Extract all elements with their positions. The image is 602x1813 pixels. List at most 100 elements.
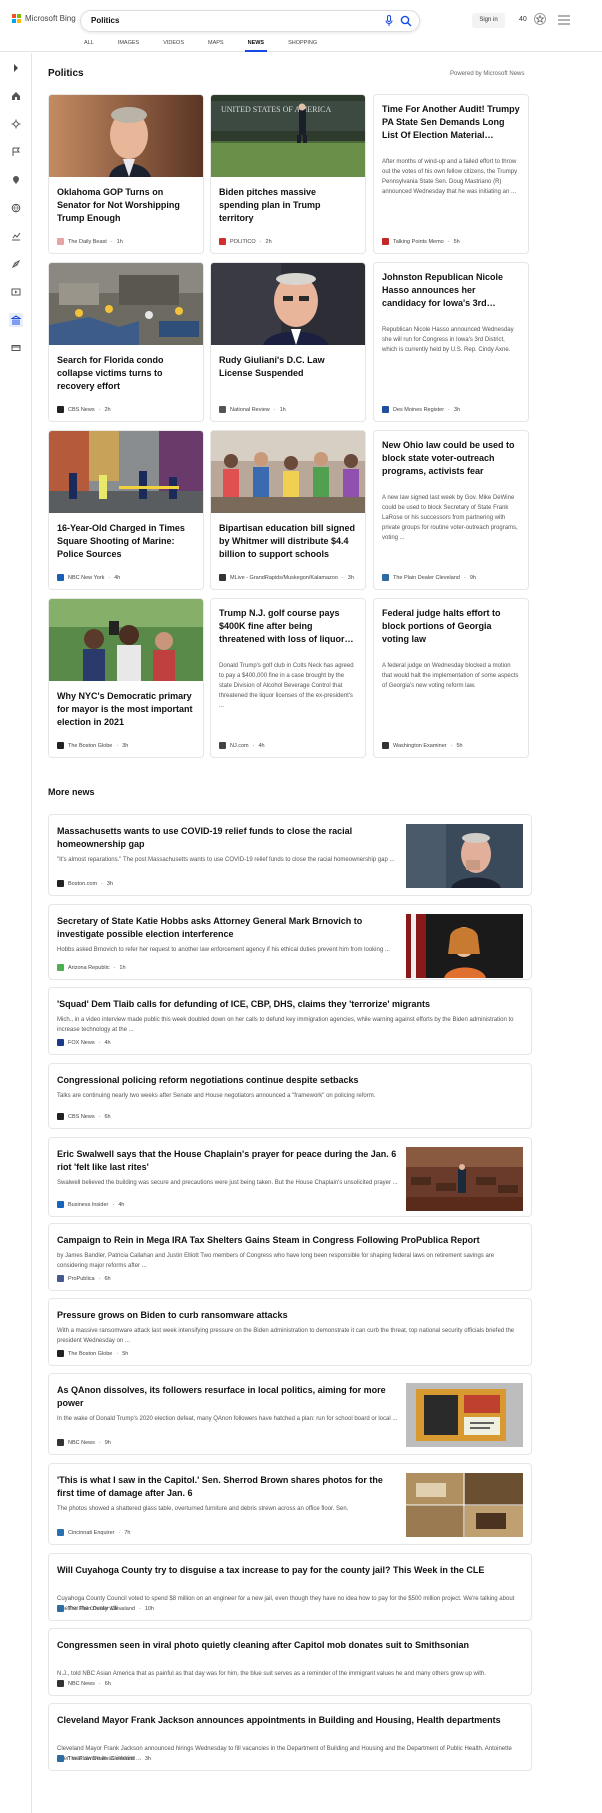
more-news-thumbnail[interactable] [406, 1473, 523, 1537]
news-card-title[interactable]: Federal judge halts effort to block port… [382, 607, 520, 646]
news-card-image[interactable] [49, 599, 203, 681]
news-card-image[interactable] [211, 263, 365, 345]
news-card[interactable]: 16-Year-Old Charged in Times Square Shoo… [48, 430, 204, 590]
news-card-title[interactable]: Trump N.J. golf course pays $400K fine a… [219, 607, 357, 646]
news-card-title[interactable]: Bipartisan education bill signed by Whit… [219, 522, 357, 561]
location-icon[interactable] [9, 173, 23, 187]
more-news-item[interactable]: Cleveland Mayor Frank Jackson announces … [48, 1703, 532, 1771]
news-card[interactable]: Trump N.J. golf course pays $400K fine a… [210, 598, 366, 758]
more-news-title-link[interactable]: Cleveland Mayor Frank Jackson announces … [57, 1714, 523, 1727]
more-news-title-link[interactable]: 'Squad' Dem Tlaib calls for defunding of… [57, 998, 523, 1011]
sign-in-button[interactable]: Sign in [472, 13, 505, 28]
news-card-title[interactable]: 16-Year-Old Charged in Times Square Shoo… [57, 522, 195, 561]
world-icon[interactable] [9, 201, 23, 215]
more-news-title-link[interactable]: Pressure grows on Biden to curb ransomwa… [57, 1309, 523, 1322]
news-card-title[interactable]: New Ohio law could be used to block stat… [382, 439, 520, 478]
news-card-source[interactable]: MLive - GrandRapids/Muskegon/Kalamazoo · 3… [219, 574, 354, 581]
microphone-icon[interactable] [385, 15, 393, 27]
powered-by-label[interactable]: Powered by Microsoft News [450, 71, 524, 77]
menu-icon[interactable] [558, 15, 570, 25]
more-news-source[interactable]: NBC News · 6h [57, 1680, 111, 1687]
more-news-item[interactable]: Pressure grows on Biden to curb ransomwa… [48, 1298, 532, 1366]
home-icon[interactable] [9, 89, 23, 103]
more-news-source[interactable]: NBC News · 9h [57, 1439, 111, 1446]
news-card-source[interactable]: NBC New York · 4h [57, 574, 120, 581]
more-news-source[interactable]: The Plain Dealer Cleveland · 10h [57, 1605, 154, 1612]
more-news-thumbnail[interactable] [406, 914, 523, 978]
tab-maps[interactable]: MAPS [208, 40, 224, 52]
news-card-source[interactable]: CBS News · 2h [57, 406, 111, 413]
more-news-item[interactable]: 'This is what I saw in the Capitol.' Sen… [48, 1463, 532, 1545]
more-news-source[interactable]: The Plain Dealer Cleveland · 3h [57, 1755, 151, 1762]
more-news-title-link[interactable]: Eric Swalwell says that the House Chapla… [57, 1148, 402, 1174]
more-news-title-link[interactable]: 'This is what I saw in the Capitol.' Sen… [57, 1474, 402, 1500]
more-news-title-link[interactable]: Secretary of State Katie Hobbs asks Atto… [57, 915, 402, 941]
more-news-item[interactable]: Massachusetts wants to use COVID-19 reli… [48, 814, 532, 896]
more-news-source[interactable]: FOX News · 4h [57, 1039, 111, 1046]
more-news-source[interactable]: Boston.com · 3h [57, 880, 113, 887]
news-card-title[interactable]: Oklahoma GOP Turns on Senator for Not Wo… [57, 186, 195, 225]
news-card-image[interactable] [49, 95, 203, 177]
news-card-image[interactable]: UNITED STATES OF AMERICA [211, 95, 365, 177]
tab-shopping[interactable]: SHOPPING [288, 40, 317, 52]
more-news-source[interactable]: Arizona Republic · 1h [57, 964, 126, 971]
news-card-title[interactable]: Search for Florida condo collapse victim… [57, 354, 195, 393]
more-news-item[interactable]: Congressmen seen in viral photo quietly … [48, 1628, 532, 1696]
politics-nav-icon[interactable] [9, 313, 23, 327]
news-card-title[interactable]: Rudy Giuliani's D.C. Law License Suspend… [219, 354, 357, 380]
more-news-title-link[interactable]: Congressional policing reform negotiatio… [57, 1074, 523, 1087]
news-card-image[interactable] [211, 431, 365, 513]
news-card[interactable]: Bipartisan education bill signed by Whit… [210, 430, 366, 590]
rewards-points[interactable]: 40 [519, 16, 527, 23]
more-news-title-link[interactable]: Campaign to Rein in Mega IRA Tax Shelter… [57, 1234, 523, 1247]
news-card-title[interactable]: Johnston Republican Nicole Hasso announc… [382, 271, 520, 310]
more-news-item[interactable]: Will Cuyahoga County try to disguise a t… [48, 1553, 532, 1621]
news-card-source[interactable]: The Boston Globe · 3h [57, 742, 128, 749]
bing-logo[interactable]: Microsoft Bing [12, 14, 76, 23]
news-card-source[interactable]: National Review · 1h [219, 406, 286, 413]
tab-all[interactable]: ALL [84, 40, 94, 52]
more-news-title-link[interactable]: As QAnon dissolves, its followers resurf… [57, 1384, 402, 1410]
tab-videos[interactable]: VIDEOS [163, 40, 184, 52]
more-news-item[interactable]: Congressional policing reform negotiatio… [48, 1063, 532, 1129]
more-news-source[interactable]: Business Insider · 4h [57, 1201, 124, 1208]
coronavirus-icon[interactable] [9, 117, 23, 131]
more-news-item[interactable]: Secretary of State Katie Hobbs asks Atto… [48, 904, 532, 980]
flag-icon[interactable] [9, 145, 23, 159]
money-icon[interactable] [9, 341, 23, 355]
more-news-thumbnail[interactable] [406, 1147, 523, 1211]
technology-icon[interactable] [9, 257, 23, 271]
news-card[interactable]: Federal judge halts effort to block port… [373, 598, 529, 758]
more-news-title-link[interactable]: Massachusetts wants to use COVID-19 reli… [57, 825, 402, 851]
search-input[interactable]: Politics [91, 16, 119, 25]
more-news-item[interactable]: 'Squad' Dem Tlaib calls for defunding of… [48, 987, 532, 1055]
tab-images[interactable]: IMAGES [118, 40, 139, 52]
expand-nav-icon[interactable] [9, 61, 23, 75]
rewards-medal-icon[interactable] [533, 12, 547, 26]
more-news-source[interactable]: CBS News · 6h [57, 1113, 111, 1120]
more-news-source[interactable]: ProPublica · 6h [57, 1275, 111, 1282]
more-news-thumbnail[interactable] [406, 1383, 523, 1447]
more-news-item[interactable]: As QAnon dissolves, its followers resurf… [48, 1373, 532, 1455]
news-card-source[interactable]: The Daily Beast · 1h [57, 238, 123, 245]
more-news-thumbnail[interactable] [406, 824, 523, 888]
entertainment-icon[interactable] [9, 285, 23, 299]
news-card[interactable]: Time For Another Audit! Trumpy PA State … [373, 94, 529, 254]
more-news-item[interactable]: Campaign to Rein in Mega IRA Tax Shelter… [48, 1223, 532, 1291]
news-card-source[interactable]: NJ.com · 4h [219, 742, 265, 749]
news-card-source[interactable]: Talking Points Memo · 5h [382, 238, 460, 245]
search-icon[interactable] [399, 14, 413, 28]
more-news-source[interactable]: The Boston Globe · 5h [57, 1350, 128, 1357]
news-card-image[interactable] [49, 263, 203, 345]
news-card-source[interactable]: Des Moines Register · 3h [382, 406, 460, 413]
business-chart-icon[interactable] [9, 229, 23, 243]
news-card[interactable]: UNITED STATES OF AMERICA Biden pitches ma… [210, 94, 366, 254]
news-card[interactable]: Search for Florida condo collapse victim… [48, 262, 204, 422]
more-news-title-link[interactable]: Will Cuyahoga County try to disguise a t… [57, 1564, 523, 1577]
news-card-source[interactable]: Washington Examiner · 5h [382, 742, 463, 749]
news-card-source[interactable]: POLITICO · 2h [219, 238, 272, 245]
news-card-image[interactable] [49, 431, 203, 513]
news-card-title[interactable]: Biden pitches massive spending plan in T… [219, 186, 357, 225]
more-news-item[interactable]: Eric Swalwell says that the House Chapla… [48, 1137, 532, 1217]
news-card-title[interactable]: Why NYC's Democratic primary for mayor i… [57, 690, 195, 729]
